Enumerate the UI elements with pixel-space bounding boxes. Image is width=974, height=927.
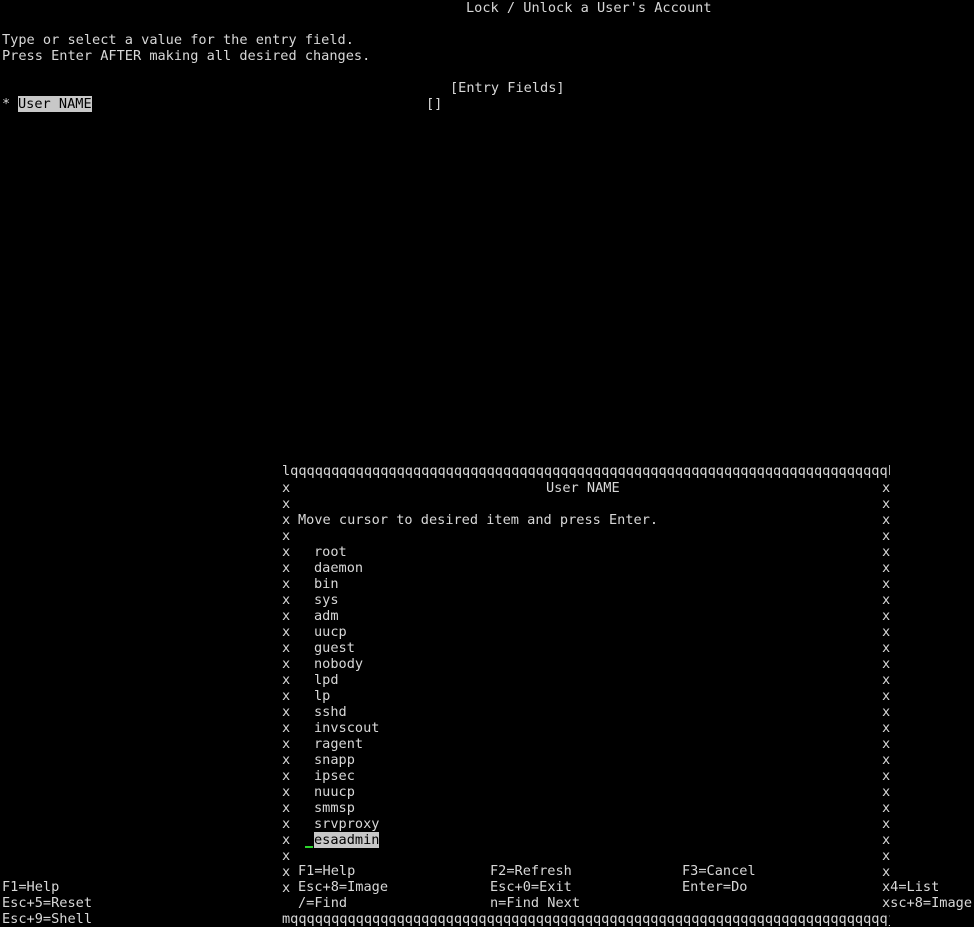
popup-right-border: x (882, 544, 891, 560)
popup-right-border: x (882, 656, 891, 672)
popup-left-border: x (282, 640, 291, 656)
popup-left-border: x (282, 832, 291, 848)
popup-right-border: x (882, 768, 891, 784)
user-name-field[interactable]: [] (426, 96, 442, 112)
popup-right-border: x (882, 784, 891, 800)
popup-left-border: x (282, 496, 291, 512)
text-cursor (305, 846, 313, 848)
esc5-reset-key[interactable]: Esc+5=Reset (2, 895, 92, 911)
list-item[interactable]: sshd (314, 704, 347, 720)
popup-right-border: x (882, 624, 891, 640)
popup-right-border: x (882, 512, 891, 528)
required-marker: * (2, 96, 11, 112)
list-item[interactable]: daemon (314, 560, 363, 576)
popup-left-border: x (282, 560, 291, 576)
popup-left-border: x (282, 608, 291, 624)
popup-right-border: x (882, 592, 891, 608)
popup-f1-help-key[interactable]: F1=Help (298, 863, 355, 879)
instruction-line-1: Type or select a value for the entry fie… (2, 32, 354, 48)
list-item[interactable]: lpd (314, 672, 339, 688)
popup-esc8-image-key[interactable]: Esc+8=Image (298, 879, 388, 895)
popup-enter-do-key[interactable]: Enter=Do (682, 879, 747, 895)
popup-left-border: x (282, 736, 291, 752)
popup-right-border: x (882, 688, 891, 704)
popup-left-border: x (282, 864, 291, 880)
popup-right-border: x (882, 800, 891, 816)
popup-right-border: x (882, 816, 891, 832)
list-item[interactable]: lp (314, 688, 330, 704)
instruction-line-2: Press Enter AFTER making all desired cha… (2, 48, 371, 64)
list-item[interactable]: ipsec (314, 768, 355, 784)
popup-left-border: x (282, 704, 291, 720)
popup-left-border: x (282, 720, 291, 736)
popup-right-border: x (882, 576, 891, 592)
list-item[interactable]: snapp (314, 752, 355, 768)
popup-left-border: x (282, 544, 291, 560)
list-item[interactable]: adm (314, 608, 339, 624)
popup-instruction: Move cursor to desired item and press En… (298, 512, 659, 528)
popup-right-border: x (882, 752, 891, 768)
popup-left-border: x (282, 784, 291, 800)
popup-left-border: x (282, 480, 291, 496)
popup-left-border: x (282, 880, 291, 896)
popup-find-next-key[interactable]: n=Find Next (490, 895, 580, 911)
popup-left-border: x (282, 848, 291, 864)
list-item[interactable]: sys (314, 592, 339, 608)
popup-right-border: x (882, 608, 891, 624)
popup-left-border: x (282, 816, 291, 832)
popup-right-border: x (882, 640, 891, 656)
popup-f3-cancel-key[interactable]: F3=Cancel (682, 863, 756, 879)
list-item[interactable]: smmsp (314, 800, 355, 816)
popup-right-border: x (882, 720, 891, 736)
popup-right-border: x (882, 848, 891, 864)
popup-right-border: x (882, 704, 891, 720)
esc8-image-key[interactable]: xsc+8=Image (882, 895, 972, 911)
list-item[interactable]: esaadmin (314, 832, 380, 848)
popup-left-border: x (282, 576, 291, 592)
page-title: Lock / Unlock a User's Account (466, 0, 712, 16)
list-item[interactable]: srvproxy (314, 816, 379, 832)
popup-find-key[interactable]: /=Find (298, 895, 347, 911)
user-name-label[interactable]: User NAME (18, 96, 92, 112)
popup-right-border: x (882, 480, 891, 496)
popup-bottom-border: mqqqqqqqqqqqqqqqqqqqqqqqqqqqqqqqqqqqqqqq… (282, 911, 890, 927)
popup-left-border: x (282, 656, 291, 672)
f1-help-key[interactable]: F1=Help (2, 879, 59, 895)
esc9-shell-key[interactable]: Esc+9=Shell (2, 911, 92, 927)
entry-fields-header: [Entry Fields] (450, 80, 565, 96)
popup-f2-refresh-key[interactable]: F2=Refresh (490, 863, 572, 879)
list-item[interactable]: uucp (314, 624, 347, 640)
popup-left-border: x (282, 752, 291, 768)
list-item[interactable]: guest (314, 640, 355, 656)
popup-left-border: x (282, 528, 291, 544)
popup-right-border: x (882, 736, 891, 752)
popup-top-border: lqqqqqqqqqqqqqqqqqqqqqqqqqqqqqqqqqqqqqqq… (282, 463, 890, 479)
list-item[interactable]: bin (314, 576, 339, 592)
popup-esc0-exit-key[interactable]: Esc+0=Exit (490, 879, 572, 895)
popup-right-border: x (882, 672, 891, 688)
popup-left-border: x (282, 768, 291, 784)
list-item[interactable]: nuucp (314, 784, 355, 800)
f4-list-key[interactable]: x4=List (882, 879, 939, 895)
list-item[interactable]: ragent (314, 736, 363, 752)
popup-left-border: x (282, 688, 291, 704)
popup-right-border: x (882, 528, 891, 544)
popup-left-border: x (282, 592, 291, 608)
popup-right-border: x (882, 832, 891, 848)
popup-left-border: x (282, 672, 291, 688)
popup-right-border: x (882, 560, 891, 576)
popup-left-border: x (282, 512, 291, 528)
popup-right-border: x (882, 496, 891, 512)
popup-left-border: x (282, 624, 291, 640)
list-item[interactable]: nobody (314, 656, 363, 672)
list-item[interactable]: invscout (314, 720, 379, 736)
popup-right-border: x (882, 864, 891, 880)
popup-title: User NAME (546, 480, 620, 496)
list-item[interactable]: root (314, 544, 347, 560)
popup-left-border: x (282, 800, 291, 816)
